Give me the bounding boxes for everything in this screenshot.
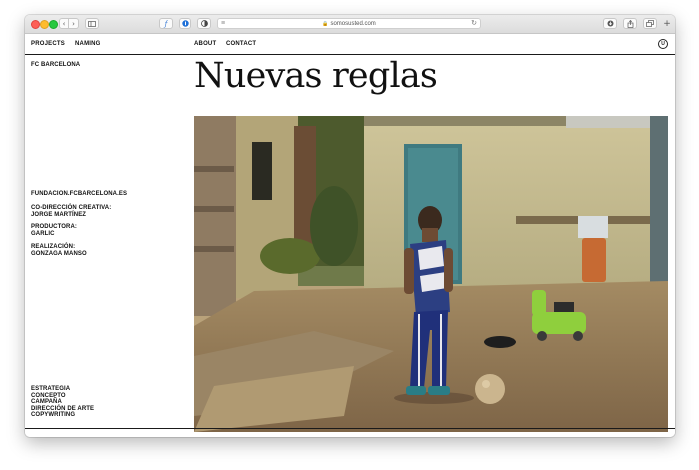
credit-role: CO-DIRECCIÓN CREATIVA: (31, 205, 112, 211)
nav-about-link[interactable]: ABOUT (194, 41, 216, 47)
close-window-button[interactable] (31, 20, 40, 29)
back-button[interactable]: ‹ (59, 18, 69, 29)
client-name: FC BARCELONA (31, 62, 81, 68)
credit-production: PRODUCTORA: GARLIC (31, 224, 77, 237)
credit-creative-direction: CO-DIRECCIÓN CREATIVA: JORGE MARTÍNEZ (31, 205, 111, 218)
tabs-icon (646, 20, 654, 27)
extension-fonts-button[interactable]: ƒ (159, 18, 173, 29)
nav-naming-link[interactable]: NAMING (75, 41, 101, 47)
forward-button[interactable]: › (69, 18, 79, 29)
hero-photo (194, 116, 668, 432)
sidebar-icon (88, 20, 96, 27)
credit-direction: REALIZACIÓN: GONZAGA MANSO (31, 244, 87, 257)
plus-icon: + (663, 18, 671, 29)
credit-role: PRODUCTORA: (31, 224, 77, 230)
sidebar-button[interactable] (85, 18, 99, 29)
reader-icon[interactable]: ≡ (221, 20, 225, 27)
minimize-window-button[interactable] (40, 20, 49, 29)
lock-icon: 🔒 (322, 20, 329, 27)
hero-photo-illustration (194, 116, 668, 432)
zoom-window-button[interactable] (49, 20, 58, 29)
extension-contrast-button[interactable] (197, 18, 211, 29)
share-button[interactable] (623, 18, 637, 29)
forward-icon: › (72, 19, 75, 28)
credit-name: GARLIC (31, 230, 55, 237)
services-list: ESTRATEGIA CONCEPTO CAMPAÑA DIRECCIÓN DE… (31, 386, 94, 419)
user-icon[interactable]: U (658, 39, 668, 49)
url-text: somosusted.com (330, 20, 376, 27)
download-icon (607, 20, 613, 27)
back-icon: ‹ (62, 19, 66, 28)
tabs-button[interactable] (643, 18, 657, 29)
nav-projects-link[interactable]: PROJECTS (31, 41, 65, 47)
header-divider (25, 54, 675, 55)
web-page: PROJECTS NAMING ABOUT CONTACT U FC BARCE… (25, 34, 675, 437)
new-tab-button[interactable]: + (661, 18, 673, 29)
service-item: COPYWRITING (31, 412, 76, 418)
shield-icon (181, 20, 189, 27)
credit-name: JORGE MARTÍNEZ (31, 211, 87, 218)
share-icon (627, 19, 633, 28)
downloads-button[interactable] (603, 18, 617, 29)
credit-name: GONZAGA MANSO (31, 250, 87, 257)
browser-window: ‹ › ƒ ≡ 🔒 somosusted.com ↻ + PROJECTS NA… (25, 15, 675, 437)
project-title: Nuevas reglas (194, 56, 438, 96)
font-extension-icon: ƒ (164, 19, 168, 28)
browser-toolbar: ‹ › ƒ ≡ 🔒 somosusted.com ↻ + (25, 15, 675, 34)
nav-contact-link[interactable]: CONTACT (226, 41, 256, 47)
reload-icon[interactable]: ↻ (471, 19, 477, 27)
address-bar[interactable]: ≡ 🔒 somosusted.com ↻ (217, 18, 481, 29)
contrast-icon (200, 20, 208, 27)
extension-shield-button[interactable] (179, 18, 191, 29)
project-website-link[interactable]: FUNDACION.FCBARCELONA.ES (31, 191, 127, 198)
footer-divider (25, 428, 675, 429)
